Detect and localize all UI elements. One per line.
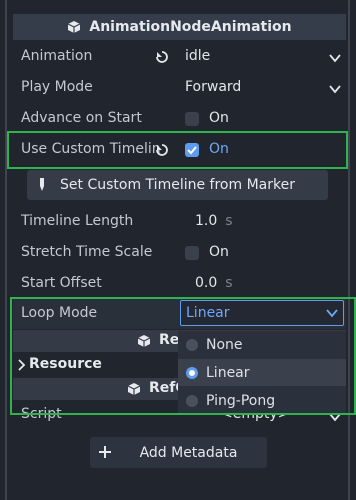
add-metadata-button[interactable]: Add Metadata — [90, 437, 267, 468]
start-offset-label: Start Offset — [21, 275, 102, 291]
loop-mode-value: Linear — [186, 305, 230, 321]
set-custom-timeline-label: Set Custom Timeline from Marker — [60, 177, 295, 193]
marker-icon — [37, 177, 47, 197]
revert-icon[interactable] — [154, 142, 170, 158]
timeline-length-label: Timeline Length — [21, 213, 134, 229]
timeline-length-unit: s — [225, 213, 233, 229]
option-label: Ping-Pong — [206, 392, 276, 409]
timeline-length-value: 1.0 — [195, 213, 218, 229]
loop-mode-row: Loop Mode Linear — [13, 299, 346, 329]
start-offset-row: Start Offset 0.0 s — [13, 269, 346, 299]
timeline-length-row: Timeline Length 1.0 s — [13, 207, 346, 237]
cube-icon — [137, 334, 151, 352]
play-mode-label: Play Mode — [21, 79, 93, 95]
loop-mode-select[interactable]: Linear — [180, 300, 344, 326]
radio-icon — [186, 338, 198, 351]
play-mode-row: Play Mode Forward — [13, 73, 346, 103]
advance-on-start-on-label: On — [209, 110, 229, 126]
play-mode-value[interactable]: Forward — [185, 79, 241, 95]
header-title: AnimationNodeAnimation — [89, 19, 292, 35]
stretch-time-scale-checkbox[interactable] — [185, 246, 199, 260]
animation-label: Animation — [21, 48, 93, 64]
use-custom-timeline-label: Use Custom Timelin — [21, 141, 161, 157]
stretch-time-scale-row: Stretch Time Scale On — [13, 238, 346, 268]
dropdown-option-linear[interactable]: Linear — [178, 359, 346, 386]
dropdown-option-none[interactable]: None — [178, 331, 346, 358]
start-offset-value: 0.0 — [195, 275, 218, 291]
revert-icon[interactable] — [154, 49, 170, 65]
use-custom-timeline-checkbox[interactable] — [185, 143, 199, 157]
chevron-down-icon — [325, 306, 339, 324]
option-label: None — [206, 336, 243, 353]
cube-icon — [67, 20, 81, 34]
chevron-right-icon — [17, 359, 27, 375]
animation-row: Animation idle — [13, 42, 346, 72]
dropdown-option-ping-pong[interactable]: Ping-Pong — [178, 387, 346, 414]
option-label: Linear — [206, 364, 250, 381]
radio-icon — [186, 394, 198, 407]
radio-icon — [186, 366, 198, 379]
start-offset-unit: s — [225, 275, 233, 291]
cube-icon — [127, 382, 141, 400]
stretch-time-scale-on-label: On — [209, 244, 229, 260]
advance-on-start-row: Advance on Start On — [13, 104, 346, 134]
resource-header: AnimationNodeAnimation — [13, 14, 346, 40]
animation-value[interactable]: idle — [185, 48, 210, 64]
chevron-down-icon[interactable] — [328, 51, 342, 65]
set-custom-timeline-button[interactable]: Set Custom Timeline from Marker — [27, 170, 328, 200]
advance-on-start-label: Advance on Start — [21, 110, 142, 126]
loop-mode-label: Loop Mode — [21, 305, 98, 321]
chevron-down-icon[interactable] — [328, 82, 342, 96]
resource-group-label: Resource — [29, 356, 102, 372]
right-panel-edge — [348, 0, 350, 500]
advance-on-start-checkbox[interactable] — [185, 112, 199, 126]
start-offset-value-wrap[interactable]: 0.0 s — [195, 275, 233, 291]
stretch-time-scale-label: Stretch Time Scale — [21, 244, 153, 260]
use-custom-timeline-on-label: On — [209, 141, 229, 157]
timeline-length-value-wrap[interactable]: 1.0 s — [195, 213, 233, 229]
script-label: Script — [21, 406, 62, 422]
add-metadata-label: Add Metadata — [139, 444, 238, 461]
loop-mode-dropdown: None Linear Ping-Pong — [178, 331, 346, 415]
use-custom-timeline-row: Use Custom Timelin On — [13, 135, 346, 165]
left-panel-edge — [5, 0, 7, 500]
plus-icon — [98, 445, 112, 463]
